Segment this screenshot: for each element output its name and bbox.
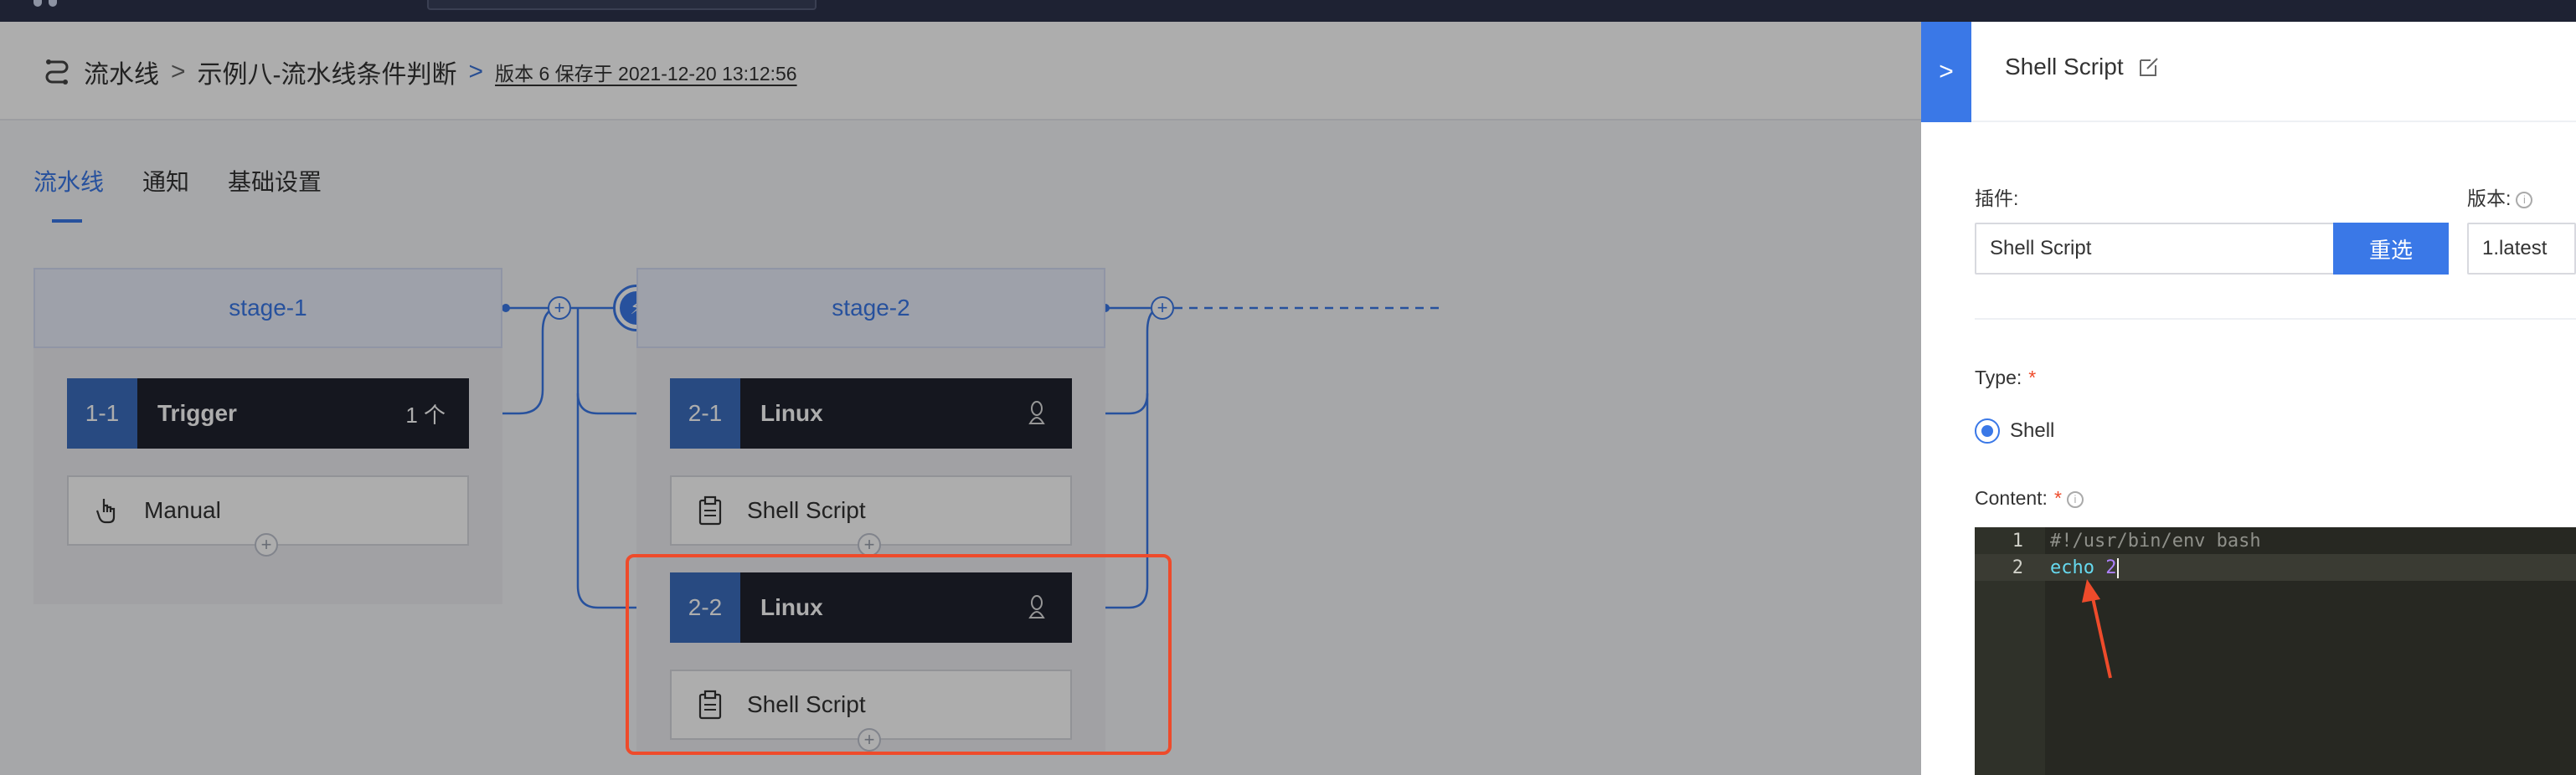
info-icon[interactable]: i: [2066, 490, 2084, 508]
plugin-input[interactable]: Shell Script: [1975, 223, 2335, 275]
info-icon[interactable]: i: [2516, 191, 2533, 208]
version-label-text: 版本:: [2467, 187, 2512, 209]
divider: [1971, 121, 2576, 122]
code-editor[interactable]: 1 #!/usr/bin/env bash 2 echo 2: [1975, 527, 2576, 775]
divider: [1975, 318, 2576, 320]
radio-label: Shell: [2010, 419, 2055, 442]
content-label-text: Content:: [1975, 487, 2048, 509]
panel-title-text: Shell Script: [2005, 54, 2124, 80]
content-label: Content: * i: [1975, 487, 2084, 510]
task-property-panel: > Shell Script 插件: Shell Script 重选 版本: i …: [1921, 22, 2576, 775]
type-radio-shell[interactable]: Shell: [1975, 418, 2054, 444]
collapse-panel-button[interactable]: >: [1921, 22, 1971, 122]
annotation-highlight-box: [626, 554, 1172, 755]
required-mark: *: [2053, 487, 2062, 509]
edit-icon[interactable]: [2137, 55, 2161, 79]
version-select[interactable]: 1.latest: [2467, 223, 2576, 275]
type-label: Type: *: [1975, 367, 2036, 389]
required-mark: *: [2028, 367, 2037, 388]
reselect-button[interactable]: 重选: [2333, 223, 2449, 275]
annotation-arrow: [2082, 579, 2112, 679]
version-label: 版本: i: [2467, 182, 2533, 211]
plugin-label: 插件:: [1975, 187, 2019, 209]
panel-title: Shell Script: [2005, 54, 2161, 80]
type-label-text: Type:: [1975, 367, 2022, 388]
radio-checked-icon[interactable]: [1975, 418, 2000, 444]
